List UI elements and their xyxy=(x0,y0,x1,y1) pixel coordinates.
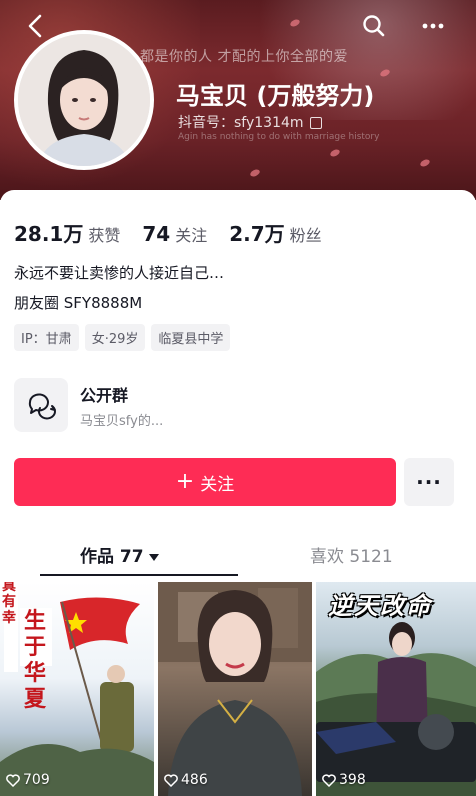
tag-ip-location: IP：甘肃 xyxy=(14,324,79,351)
like-count: 486 xyxy=(164,772,208,788)
follow-button[interactable]: + 关注 xyxy=(14,458,396,506)
copy-icon[interactable] xyxy=(309,117,322,129)
like-count-value: 709 xyxy=(23,772,50,788)
video-grid: 真有幸 生于华夏 709 486 逆天改命 398 xyxy=(0,582,476,796)
petal-decoration xyxy=(329,148,341,158)
account-id-text: 抖音号：sfy1314m xyxy=(178,115,304,131)
header-bg-quote: 都是你的人 才配的上你全部的爱 xyxy=(140,49,348,65)
stat-likes[interactable]: 28.1万 获赞 xyxy=(14,218,120,247)
back-button[interactable] xyxy=(22,12,50,40)
heart-icon xyxy=(322,773,336,787)
stat-value: 28.1万 xyxy=(14,222,84,246)
stat-label: 获赞 xyxy=(88,226,121,245)
stat-following[interactable]: 74 关注 xyxy=(142,222,207,246)
video-thumbnail-image xyxy=(158,582,312,796)
group-chat-icon xyxy=(14,378,68,432)
stat-label: 粉丝 xyxy=(289,226,322,245)
bio-line: 永远不要让卖惨的人接近自己… xyxy=(14,264,225,282)
like-count: 398 xyxy=(322,772,366,788)
heart-icon xyxy=(164,773,178,787)
tag-school[interactable]: 临夏县中学 xyxy=(151,324,231,351)
stat-label: 关注 xyxy=(175,226,208,245)
petal-decoration xyxy=(249,168,261,178)
back-arrow-icon xyxy=(28,14,42,38)
header-bg-subtitle: Agin has nothing to do with marriage his… xyxy=(178,132,380,142)
stat-value: 74 xyxy=(142,222,171,246)
profile-header: 都是你的人 才配的上你全部的爱 Agin has nothing to do w… xyxy=(0,0,476,200)
tag-gender-age: 女·29岁 xyxy=(84,324,146,351)
more-options-button[interactable] xyxy=(418,12,448,40)
heart-icon xyxy=(6,773,20,787)
fan-group-card[interactable]: 公开群 马宝贝sfy的... xyxy=(14,378,462,434)
avatar[interactable] xyxy=(14,30,154,170)
tab-likes[interactable]: 喜欢 5121 xyxy=(310,542,393,567)
profile-name: 马宝贝 (万般努力) xyxy=(176,82,375,110)
overlay-text: 真有幸 xyxy=(2,582,16,626)
search-button[interactable] xyxy=(360,12,390,40)
profile-tags: IP：甘肃 女·29岁 临夏县中学 xyxy=(14,324,236,351)
tab-works[interactable]: 作品 77 xyxy=(80,542,159,567)
account-id[interactable]: 抖音号：sfy1314m xyxy=(178,112,322,132)
tab-works-label: 作品 77 xyxy=(80,547,144,567)
content-tabs: 作品 77 喜欢 5121 xyxy=(0,530,476,578)
video-thumbnail[interactable]: 逆天改命 398 xyxy=(316,582,476,796)
like-count-value: 398 xyxy=(339,772,366,788)
like-count-value: 486 xyxy=(181,772,208,788)
more-actions-button[interactable]: ··· xyxy=(404,458,454,506)
overlay-text: 生于华夏 xyxy=(24,608,47,712)
stat-followers[interactable]: 2.7万 粉丝 xyxy=(229,218,321,247)
avatar-portrait-image xyxy=(18,34,150,166)
search-icon xyxy=(363,15,385,37)
more-dots-icon xyxy=(422,23,444,29)
tab-likes-label: 喜欢 5121 xyxy=(310,547,393,567)
plus-icon: + xyxy=(175,469,195,494)
group-title: 公开群 xyxy=(80,386,129,405)
caret-down-icon xyxy=(148,553,159,561)
bio-line: 朋友圈 SFY8888M xyxy=(14,294,143,312)
group-subtitle: 马宝贝sfy的... xyxy=(80,414,164,429)
video-thumbnail[interactable]: 真有幸 生于华夏 709 xyxy=(0,582,154,796)
profile-sheet: 28.1万 获赞 74 关注 2.7万 粉丝 永远不要让卖惨的人接近自己… 朋友… xyxy=(0,190,476,796)
more-actions-label: ··· xyxy=(416,470,442,494)
stats-row: 28.1万 获赞 74 关注 2.7万 粉丝 xyxy=(14,218,344,247)
video-thumbnail[interactable]: 486 xyxy=(158,582,312,796)
overlay-text: 逆天改命 xyxy=(328,592,432,620)
like-count: 709 xyxy=(6,772,50,788)
petal-decoration xyxy=(419,158,431,168)
stat-value: 2.7万 xyxy=(229,222,285,246)
active-tab-indicator xyxy=(40,574,238,576)
follow-label: 关注 xyxy=(200,474,235,495)
